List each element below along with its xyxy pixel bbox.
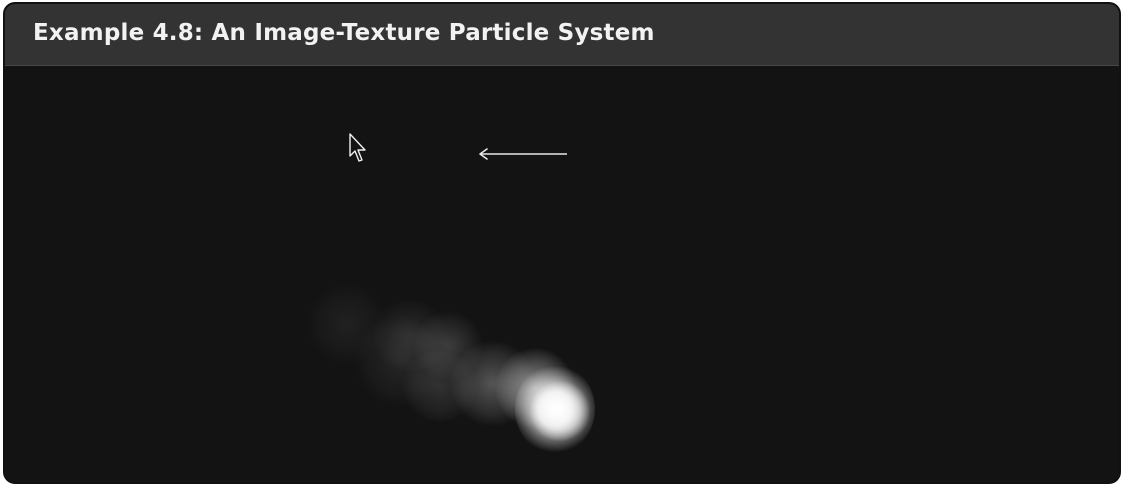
example-window: Example 4.8: An Image-Texture Particle S… — [3, 2, 1121, 484]
mouse-pointer-icon — [349, 133, 366, 162]
smoke-particles — [285, 256, 625, 456]
arrow-left-icon — [479, 148, 567, 160]
particle-canvas[interactable] — [5, 66, 1119, 482]
window-title: Example 4.8: An Image-Texture Particle S… — [33, 20, 655, 46]
title-bar: Example 4.8: An Image-Texture Particle S… — [5, 4, 1119, 66]
smoke-puff — [530, 381, 590, 441]
